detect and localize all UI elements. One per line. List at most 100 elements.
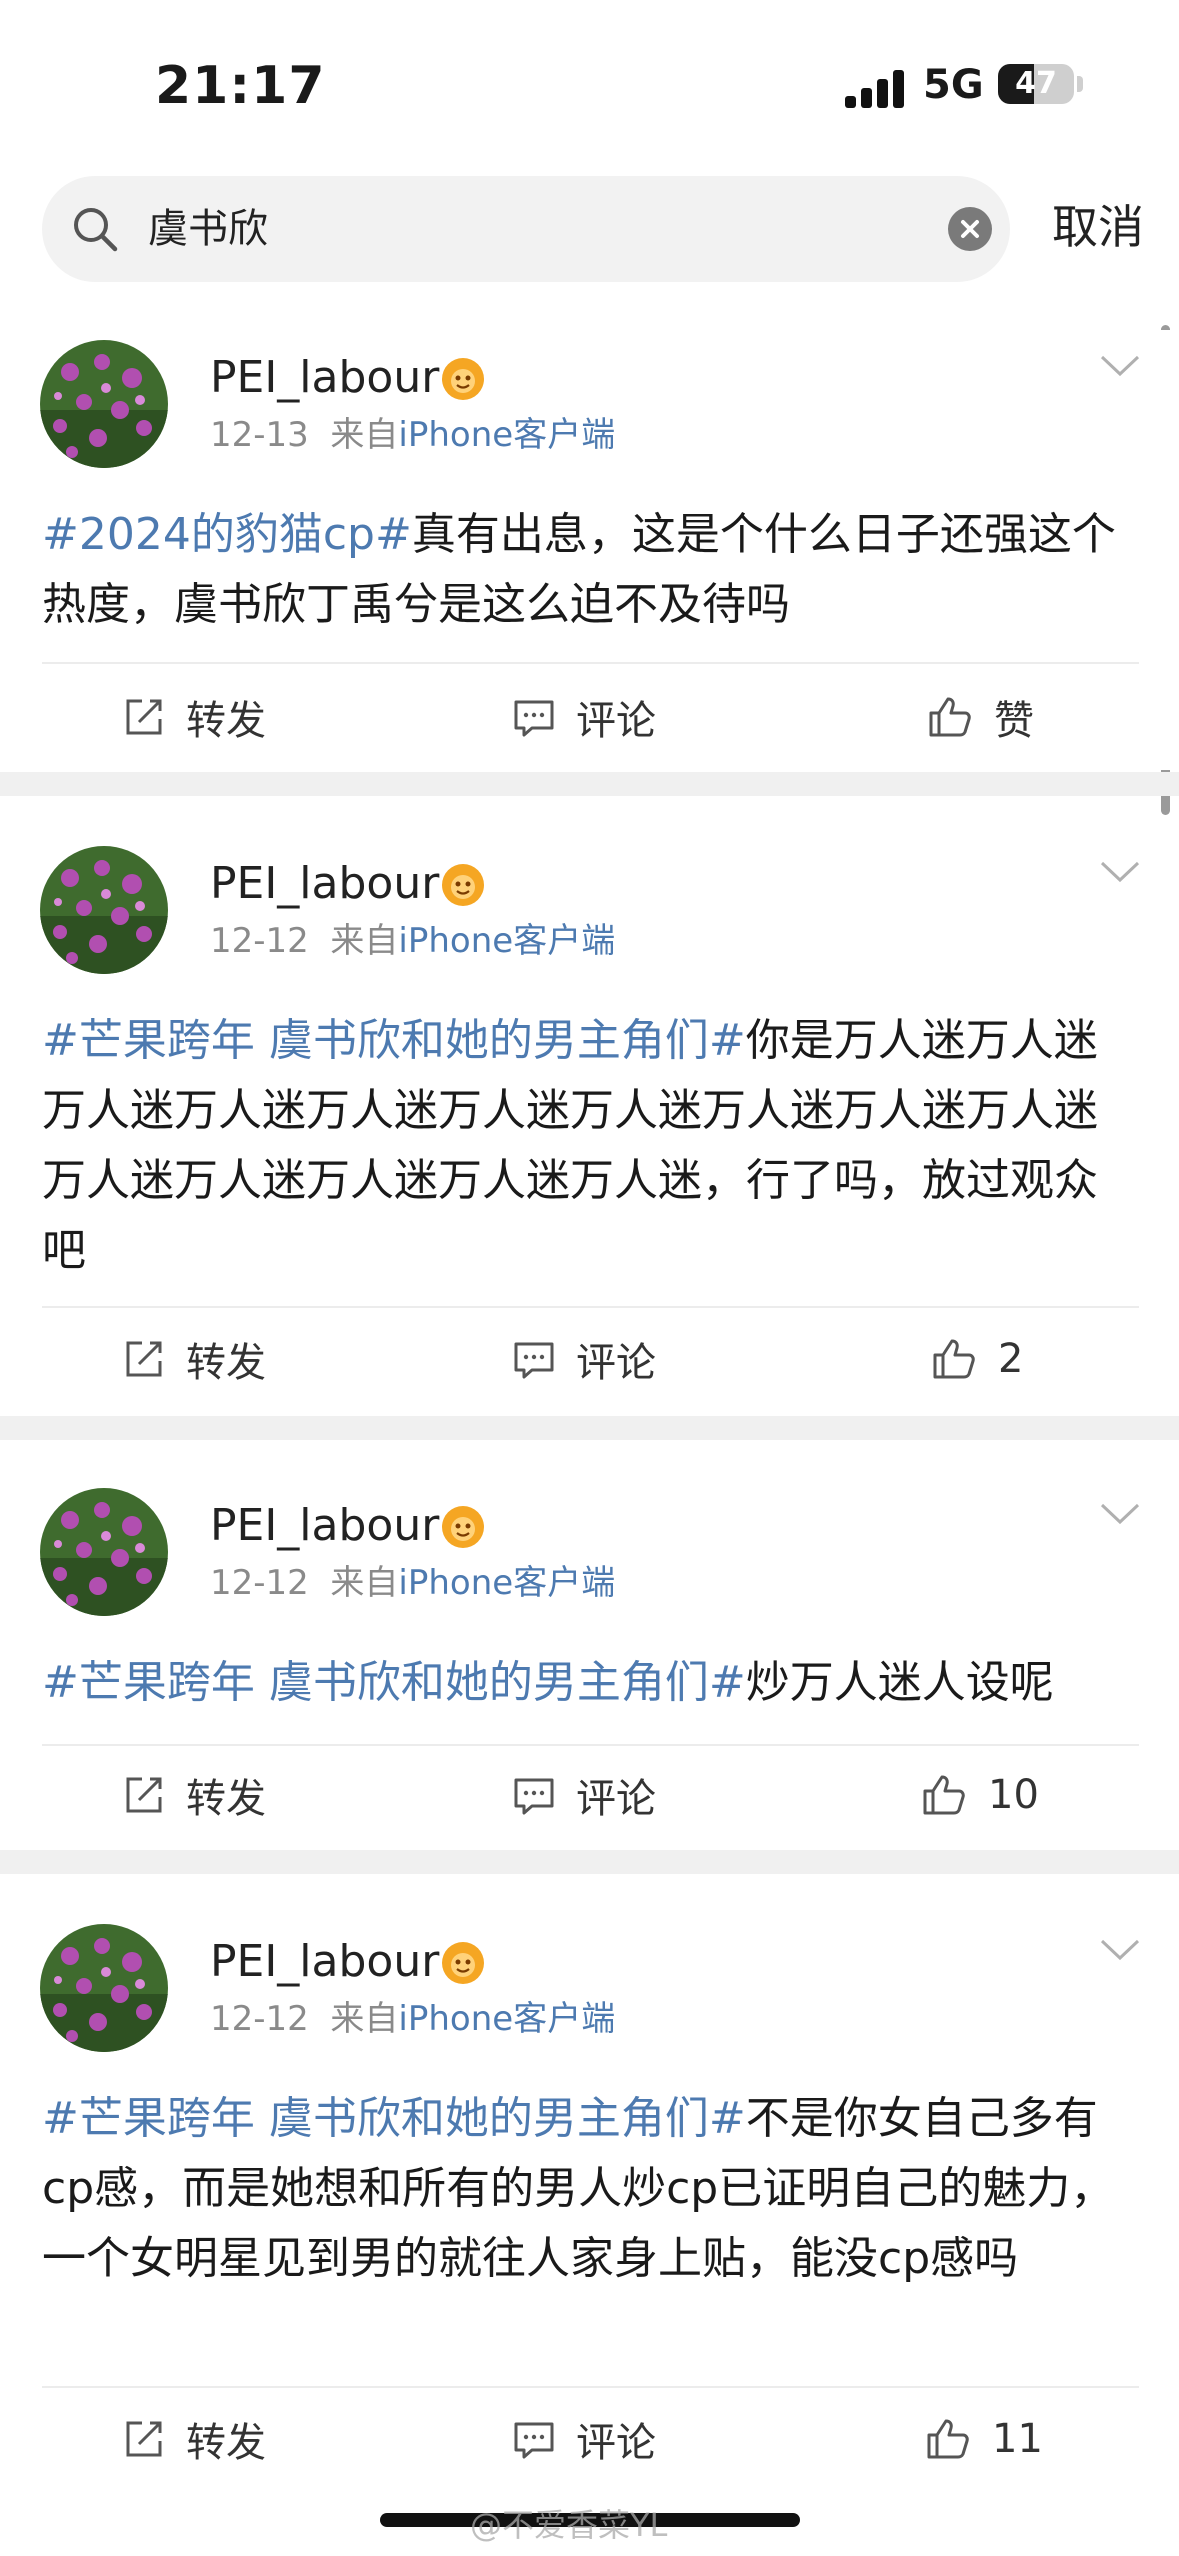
battery-percent: 47 <box>1015 66 1057 101</box>
hashtag-link[interactable]: #2024的豹猫cp# <box>42 509 412 560</box>
like-button[interactable]: 赞 <box>926 672 1034 762</box>
like-count: 10 <box>988 1772 1039 1818</box>
thumbs-up-icon <box>933 1339 975 1379</box>
post-source-prefix: 来自 <box>330 415 399 455</box>
thumbs-up-icon <box>923 1775 965 1815</box>
avatar[interactable] <box>40 1488 168 1616</box>
clear-search-icon[interactable] <box>948 207 992 251</box>
post-meta: 12-12 来自iPhone客户端 <box>210 1996 615 2042</box>
repost-icon <box>126 2421 162 2457</box>
username[interactable]: PEI_labour <box>210 350 439 406</box>
vip-badge-icon <box>438 354 488 404</box>
hashtag-link[interactable]: #芒果跨年 虞书欣和她的男主角们# <box>42 1015 746 1066</box>
username[interactable]: PEI_labour <box>210 1498 439 1554</box>
comment-label: 评论 <box>576 1340 656 1386</box>
comment-label: 评论 <box>576 2420 656 2466</box>
action-bar: 转发 评论 11 <box>0 2394 1179 2484</box>
repost-button[interactable]: 转发 <box>122 1314 266 1404</box>
comment-icon <box>514 2422 554 2459</box>
post-card[interactable]: PEI_labour 12-13 来自iPhone客户端 #2024的豹猫cp#… <box>0 330 1179 770</box>
comment-button[interactable]: 评论 <box>512 672 656 762</box>
post-source-prefix: 来自 <box>330 1999 399 2039</box>
repost-label: 转发 <box>186 1776 266 1822</box>
comment-label: 评论 <box>576 1776 656 1822</box>
repost-icon <box>126 1777 162 1813</box>
post-source-prefix: 来自 <box>330 1563 399 1603</box>
like-button[interactable]: 2 <box>930 1314 1023 1404</box>
vip-badge-icon <box>438 1938 488 1988</box>
like-button[interactable]: 10 <box>920 1750 1039 1840</box>
thumbs-up-icon <box>929 697 971 737</box>
username[interactable]: PEI_labour <box>210 856 439 912</box>
post-text: 炒万人迷人设呢 <box>745 1657 1054 1708</box>
hashtag-link[interactable]: #芒果跨年 虞书欣和她的男主角们# <box>42 2093 746 2144</box>
post-card[interactable]: PEI_labour 12-12 来自iPhone客户端 #芒果跨年 虞书欣和她… <box>0 836 1179 1416</box>
chevron-down-icon[interactable] <box>1098 1936 1142 1964</box>
post-source[interactable]: iPhone客户端 <box>398 1999 615 2039</box>
post-meta: 12-13 来自iPhone客户端 <box>210 412 615 458</box>
post-source[interactable]: iPhone客户端 <box>398 921 615 961</box>
post-source[interactable]: iPhone客户端 <box>398 415 615 455</box>
cellular-signal-icon <box>845 68 907 108</box>
repost-label: 转发 <box>186 698 266 744</box>
network-type: 5G <box>923 62 984 108</box>
post-source-prefix: 来自 <box>330 921 399 961</box>
hashtag-link[interactable]: #芒果跨年 虞书欣和她的男主角们# <box>42 1657 746 1708</box>
post-source[interactable]: iPhone客户端 <box>398 1563 615 1603</box>
action-bar: 转发 评论 赞 <box>0 672 1179 762</box>
post-separator <box>0 1416 1179 1440</box>
like-count: 赞 <box>994 698 1034 744</box>
divider <box>42 1306 1139 1308</box>
watermark: @不爱香菜YL <box>470 2506 668 2544</box>
repost-button[interactable]: 转发 <box>122 1750 266 1840</box>
search-input[interactable]: 虞书欣 <box>148 200 268 258</box>
divider <box>42 1744 1139 1746</box>
divider <box>42 2386 1139 2388</box>
post-card[interactable]: PEI_labour 12-12 来自iPhone客户端 #芒果跨年 虞书欣和她… <box>0 1914 1179 2496</box>
thumbs-up-icon <box>927 2419 969 2459</box>
like-count: 11 <box>992 2416 1043 2462</box>
chevron-down-icon[interactable] <box>1098 352 1142 380</box>
like-count: 2 <box>998 1336 1024 1382</box>
vip-badge-icon <box>438 1502 488 1552</box>
vip-badge-icon <box>438 860 488 910</box>
post-date: 12-13 <box>210 415 309 455</box>
cancel-button[interactable]: 取消 <box>1052 196 1144 258</box>
post-content: #芒果跨年 虞书欣和她的男主角们#炒万人迷人设呢 <box>42 1648 1139 1718</box>
avatar[interactable] <box>40 846 168 974</box>
post-card[interactable]: PEI_labour 12-12 来自iPhone客户端 #芒果跨年 虞书欣和她… <box>0 1478 1179 1850</box>
battery-icon: 47 <box>998 64 1074 104</box>
post-content: #芒果跨年 虞书欣和她的男主角们#你是万人迷万人迷万人迷万人迷万人迷万人迷万人迷… <box>42 1006 1139 1286</box>
post-separator <box>0 772 1179 796</box>
post-meta: 12-12 来自iPhone客户端 <box>210 918 615 964</box>
post-date: 12-12 <box>210 921 309 961</box>
battery-cap <box>1077 76 1083 92</box>
comment-button[interactable]: 评论 <box>512 1750 656 1840</box>
chevron-down-icon[interactable] <box>1098 858 1142 886</box>
post-content: #芒果跨年 虞书欣和她的男主角们#不是你女自己多有cp感，而是她想和所有的男人炒… <box>42 2084 1139 2294</box>
post-date: 12-12 <box>210 1999 309 2039</box>
username[interactable]: PEI_labour <box>210 1934 439 1990</box>
repost-label: 转发 <box>186 2420 266 2466</box>
repost-button[interactable]: 转发 <box>122 672 266 762</box>
post-separator <box>0 1850 1179 1874</box>
repost-icon <box>126 1341 162 1377</box>
divider <box>42 662 1139 664</box>
post-date: 12-12 <box>210 1563 309 1603</box>
post-content: #2024的豹猫cp#真有出息，这是个什么日子还强这个热度，虞书欣丁禹兮是这么迫… <box>42 500 1139 640</box>
action-bar: 转发 评论 10 <box>0 1750 1179 1840</box>
comment-label: 评论 <box>576 698 656 744</box>
comment-icon <box>514 700 554 737</box>
chevron-down-icon[interactable] <box>1098 1500 1142 1528</box>
avatar[interactable] <box>40 1924 168 2052</box>
avatar[interactable] <box>40 340 168 468</box>
repost-button[interactable]: 转发 <box>122 2394 266 2484</box>
post-meta: 12-12 来自iPhone客户端 <box>210 1560 615 1606</box>
status-time: 21:17 <box>155 56 326 116</box>
search-bar[interactable]: 虞书欣 <box>42 176 1010 282</box>
like-button[interactable]: 11 <box>924 2394 1043 2484</box>
repost-label: 转发 <box>186 1340 266 1386</box>
comment-button[interactable]: 评论 <box>512 1314 656 1404</box>
search-icon <box>74 208 118 252</box>
comment-button[interactable]: 评论 <box>512 2394 656 2484</box>
